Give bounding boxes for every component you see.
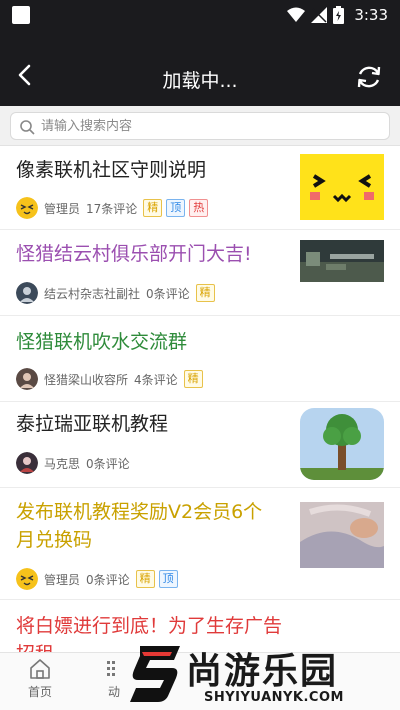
tab-label: 首页 bbox=[27, 685, 52, 699]
wifi-icon bbox=[287, 7, 306, 22]
comment-count: 4条评论 bbox=[134, 372, 178, 387]
watermark-text-cn: 尚游乐园 bbox=[186, 651, 339, 692]
search-box[interactable] bbox=[10, 112, 390, 140]
post-thumbnail bbox=[300, 240, 384, 282]
author-name: 马克思 bbox=[44, 456, 81, 471]
search-input[interactable] bbox=[41, 116, 381, 136]
avatar bbox=[16, 197, 38, 219]
comment-count: 0条评论 bbox=[146, 286, 190, 301]
tag-hot: 热 bbox=[189, 199, 209, 217]
tag-pinned: 顶 bbox=[158, 570, 178, 588]
refresh-icon[interactable] bbox=[354, 62, 384, 92]
comment-count: 0条评论 bbox=[86, 456, 130, 471]
tag-featured: 精 bbox=[135, 570, 155, 588]
post-title: 泰拉瑞亚联机教程 bbox=[16, 413, 169, 435]
post-thumbnail bbox=[300, 322, 384, 328]
post-item[interactable]: 像素联机社区守则说明 管理员 17条评论 精 顶 热 bbox=[0, 146, 400, 230]
signal-icon bbox=[311, 7, 328, 23]
post-title: 发布联机教程奖励V2会员6个月兑换码 bbox=[16, 501, 263, 551]
watermark-text-en: SHYIYUANYK.COM bbox=[204, 690, 344, 705]
tag-featured: 精 bbox=[143, 199, 163, 217]
notification-square-icon bbox=[12, 6, 30, 24]
app-bar: 加载中... bbox=[0, 30, 400, 106]
watermark-logo: 尚游乐园 SHYIYUANYK.COM bbox=[120, 640, 400, 710]
watermark-s-icon bbox=[130, 646, 180, 702]
avatar bbox=[16, 368, 38, 390]
tag-featured: 精 bbox=[195, 284, 215, 302]
post-item[interactable]: 怪猎联机吹水交流群 怪猎梁山收容所 4条评论 精 bbox=[0, 316, 400, 402]
post-thumbnail bbox=[300, 502, 384, 568]
tab-home[interactable]: 首页 bbox=[10, 657, 70, 700]
post-item[interactable]: 发布联机教程奖励V2会员6个月兑换码 管理员 0条评论 精 顶 bbox=[0, 488, 400, 600]
post-title: 像素联机社区守则说明 bbox=[16, 159, 207, 181]
search-icon bbox=[20, 120, 35, 135]
author-name: 管理员 bbox=[44, 201, 81, 216]
post-thumbnail bbox=[300, 154, 384, 220]
tag-pinned: 顶 bbox=[166, 199, 186, 217]
search-bar bbox=[0, 106, 400, 146]
battery-icon bbox=[333, 6, 345, 24]
clock: 3:33 bbox=[354, 6, 388, 24]
comment-count: 0条评论 bbox=[86, 572, 130, 587]
avatar bbox=[16, 568, 38, 590]
post-item[interactable]: 怪猎结云村俱乐部开门大吉! 结云村杂志社副社 0条评论 精 bbox=[0, 230, 400, 316]
post-meta: 怪猎梁山收容所 4条评论 精 bbox=[16, 368, 207, 390]
post-meta: 马克思 0条评论 bbox=[16, 452, 136, 474]
post-item[interactable]: 泰拉瑞亚联机教程 马克思 0条评论 bbox=[0, 402, 400, 488]
tab-label: 动 bbox=[107, 685, 120, 699]
post-meta: 管理员 17条评论 精 顶 热 bbox=[16, 197, 212, 219]
post-thumbnail bbox=[300, 408, 384, 480]
author-name: 结云村杂志社副社 bbox=[44, 286, 141, 301]
avatar bbox=[16, 452, 38, 474]
post-title: 怪猎联机吹水交流群 bbox=[16, 331, 188, 353]
author-name: 管理员 bbox=[44, 572, 81, 587]
post-title: 怪猎结云村俱乐部开门大吉! bbox=[16, 243, 252, 265]
home-icon bbox=[30, 659, 50, 679]
page-title: 加载中... bbox=[162, 70, 238, 92]
post-meta: 结云村杂志社副社 0条评论 精 bbox=[16, 282, 219, 304]
status-bar: 3:33 bbox=[0, 0, 400, 30]
post-meta: 管理员 0条评论 精 顶 bbox=[16, 568, 182, 590]
comment-count: 17条评论 bbox=[86, 201, 138, 216]
author-name: 怪猎梁山收容所 bbox=[44, 372, 129, 387]
tag-featured: 精 bbox=[183, 370, 203, 388]
status-icons: 3:33 bbox=[287, 5, 388, 25]
avatar bbox=[16, 282, 38, 304]
